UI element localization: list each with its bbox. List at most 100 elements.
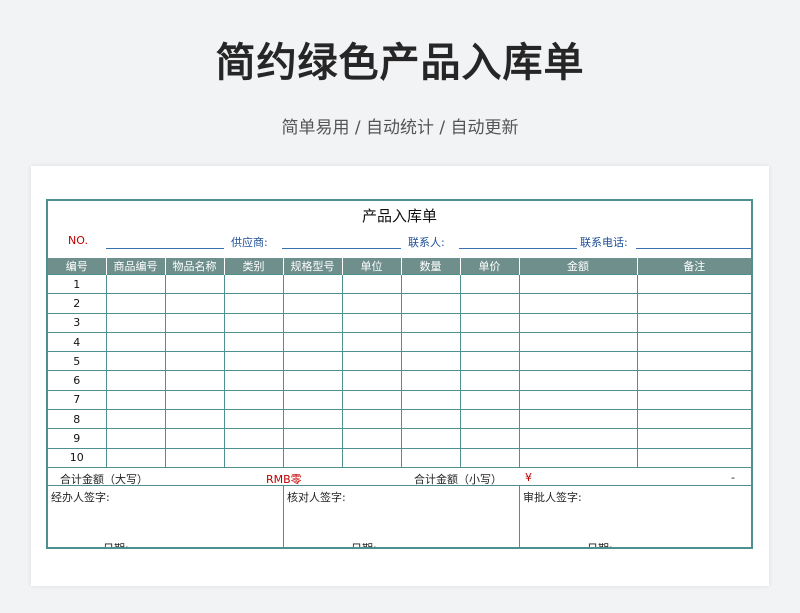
table-cell[interactable]: [105, 428, 166, 449]
approver-signature-cell[interactable]: 审批人签字: 日期:: [520, 486, 751, 547]
handler-signature-cell[interactable]: 经办人签字: 日期:: [48, 486, 283, 547]
table-cell[interactable]: [105, 273, 166, 295]
table-cell[interactable]: [400, 273, 461, 295]
contact-field[interactable]: [459, 248, 577, 249]
table-cell[interactable]: [518, 370, 638, 391]
table-cell[interactable]: [164, 312, 225, 333]
table-cell[interactable]: [282, 293, 343, 314]
table-cell[interactable]: [105, 293, 166, 314]
table-cell[interactable]: [223, 331, 284, 353]
table-cell[interactable]: [400, 447, 461, 468]
table-cell[interactable]: [400, 389, 461, 411]
table-cell[interactable]: [341, 370, 402, 391]
table-cell[interactable]: [518, 312, 638, 333]
phone-field[interactable]: [636, 248, 751, 249]
supplier-field[interactable]: [282, 248, 401, 249]
table-cell[interactable]: [636, 273, 751, 295]
table-cell[interactable]: [459, 293, 520, 314]
table-cell[interactable]: [341, 409, 402, 430]
table-cell[interactable]: [459, 312, 520, 333]
table-cell[interactable]: [459, 389, 520, 411]
table-cell[interactable]: [282, 409, 343, 430]
table-cell[interactable]: [400, 351, 461, 372]
table-cell[interactable]: [459, 351, 520, 372]
table-cell[interactable]: [518, 351, 638, 372]
table-cell[interactable]: [459, 447, 520, 468]
table-cell[interactable]: [459, 331, 520, 353]
table-cell[interactable]: [282, 351, 343, 372]
document-card: 产品入库单 NO. 供应商: 联系人: 联系电话: 编号 商品编号 物品名称 类: [31, 166, 769, 586]
table-cell[interactable]: [223, 389, 284, 411]
no-field[interactable]: [106, 248, 224, 249]
table-cell[interactable]: [105, 447, 166, 468]
table-cell[interactable]: [636, 428, 751, 449]
table-cell[interactable]: [105, 351, 166, 372]
table-cell[interactable]: [400, 331, 461, 353]
page-subtitle: 简单易用 / 自动统计 / 自动更新: [281, 118, 519, 138]
table-cell[interactable]: [341, 273, 402, 295]
table-cell[interactable]: [459, 370, 520, 391]
signature-row: 经办人签字: 日期: 核对人签字: 日期: 审批人签字: 日期:: [48, 486, 751, 547]
table-cell[interactable]: [400, 312, 461, 333]
table-cell[interactable]: [223, 409, 284, 430]
table-cell[interactable]: [459, 409, 520, 430]
table-cell[interactable]: [341, 389, 402, 411]
table-cell[interactable]: [282, 370, 343, 391]
table-cell[interactable]: [400, 428, 461, 449]
table-cell[interactable]: [282, 428, 343, 449]
table-cell[interactable]: [400, 293, 461, 314]
table-cell[interactable]: [105, 409, 166, 430]
table-cell[interactable]: [518, 293, 638, 314]
table-cell[interactable]: [282, 447, 343, 468]
table-cell[interactable]: [459, 428, 520, 449]
table-cell[interactable]: [518, 447, 638, 468]
table-cell[interactable]: [105, 389, 166, 411]
table-cell[interactable]: [518, 409, 638, 430]
checker-signature-cell[interactable]: 核对人签字: 日期:: [284, 486, 519, 547]
table-cell[interactable]: [518, 273, 638, 295]
table-cell[interactable]: [105, 331, 166, 353]
table-cell[interactable]: [164, 331, 225, 353]
table-cell[interactable]: [341, 428, 402, 449]
table-cell[interactable]: [400, 409, 461, 430]
table-cell[interactable]: [223, 447, 284, 468]
table-cell[interactable]: [341, 351, 402, 372]
table-cell[interactable]: [518, 428, 638, 449]
table-cell[interactable]: [164, 389, 225, 411]
table-cell[interactable]: [105, 312, 166, 333]
table-cell[interactable]: [636, 370, 751, 391]
table-cell[interactable]: [518, 331, 638, 353]
table-cell[interactable]: [223, 370, 284, 391]
table-cell[interactable]: [164, 370, 225, 391]
table-cell[interactable]: [282, 331, 343, 353]
table-cell[interactable]: [341, 312, 402, 333]
table-cell[interactable]: [164, 447, 225, 468]
table-cell[interactable]: [164, 293, 225, 314]
table-cell[interactable]: [636, 409, 751, 430]
table-cell[interactable]: [518, 389, 638, 411]
table-cell[interactable]: [636, 447, 751, 468]
table-cell[interactable]: [341, 447, 402, 468]
table-cell[interactable]: [636, 389, 751, 411]
table-cell[interactable]: [282, 312, 343, 333]
table-cell[interactable]: [459, 273, 520, 295]
table-cell[interactable]: [636, 331, 751, 353]
table-cell[interactable]: [341, 293, 402, 314]
table-cell[interactable]: [636, 293, 751, 314]
table-cell[interactable]: [341, 331, 402, 353]
table-cell[interactable]: [636, 312, 751, 333]
table-cell[interactable]: [636, 351, 751, 372]
table-cell[interactable]: [223, 273, 284, 295]
table-cell[interactable]: [164, 351, 225, 372]
table-cell[interactable]: [223, 312, 284, 333]
table-cell[interactable]: [164, 273, 225, 295]
table-cell[interactable]: [105, 370, 166, 391]
table-cell[interactable]: [223, 293, 284, 314]
table-cell[interactable]: [223, 428, 284, 449]
table-cell[interactable]: [400, 370, 461, 391]
table-cell[interactable]: [164, 428, 225, 449]
table-cell[interactable]: [164, 409, 225, 430]
table-cell[interactable]: [282, 389, 343, 411]
table-cell[interactable]: [282, 273, 343, 295]
table-cell[interactable]: [223, 351, 284, 372]
